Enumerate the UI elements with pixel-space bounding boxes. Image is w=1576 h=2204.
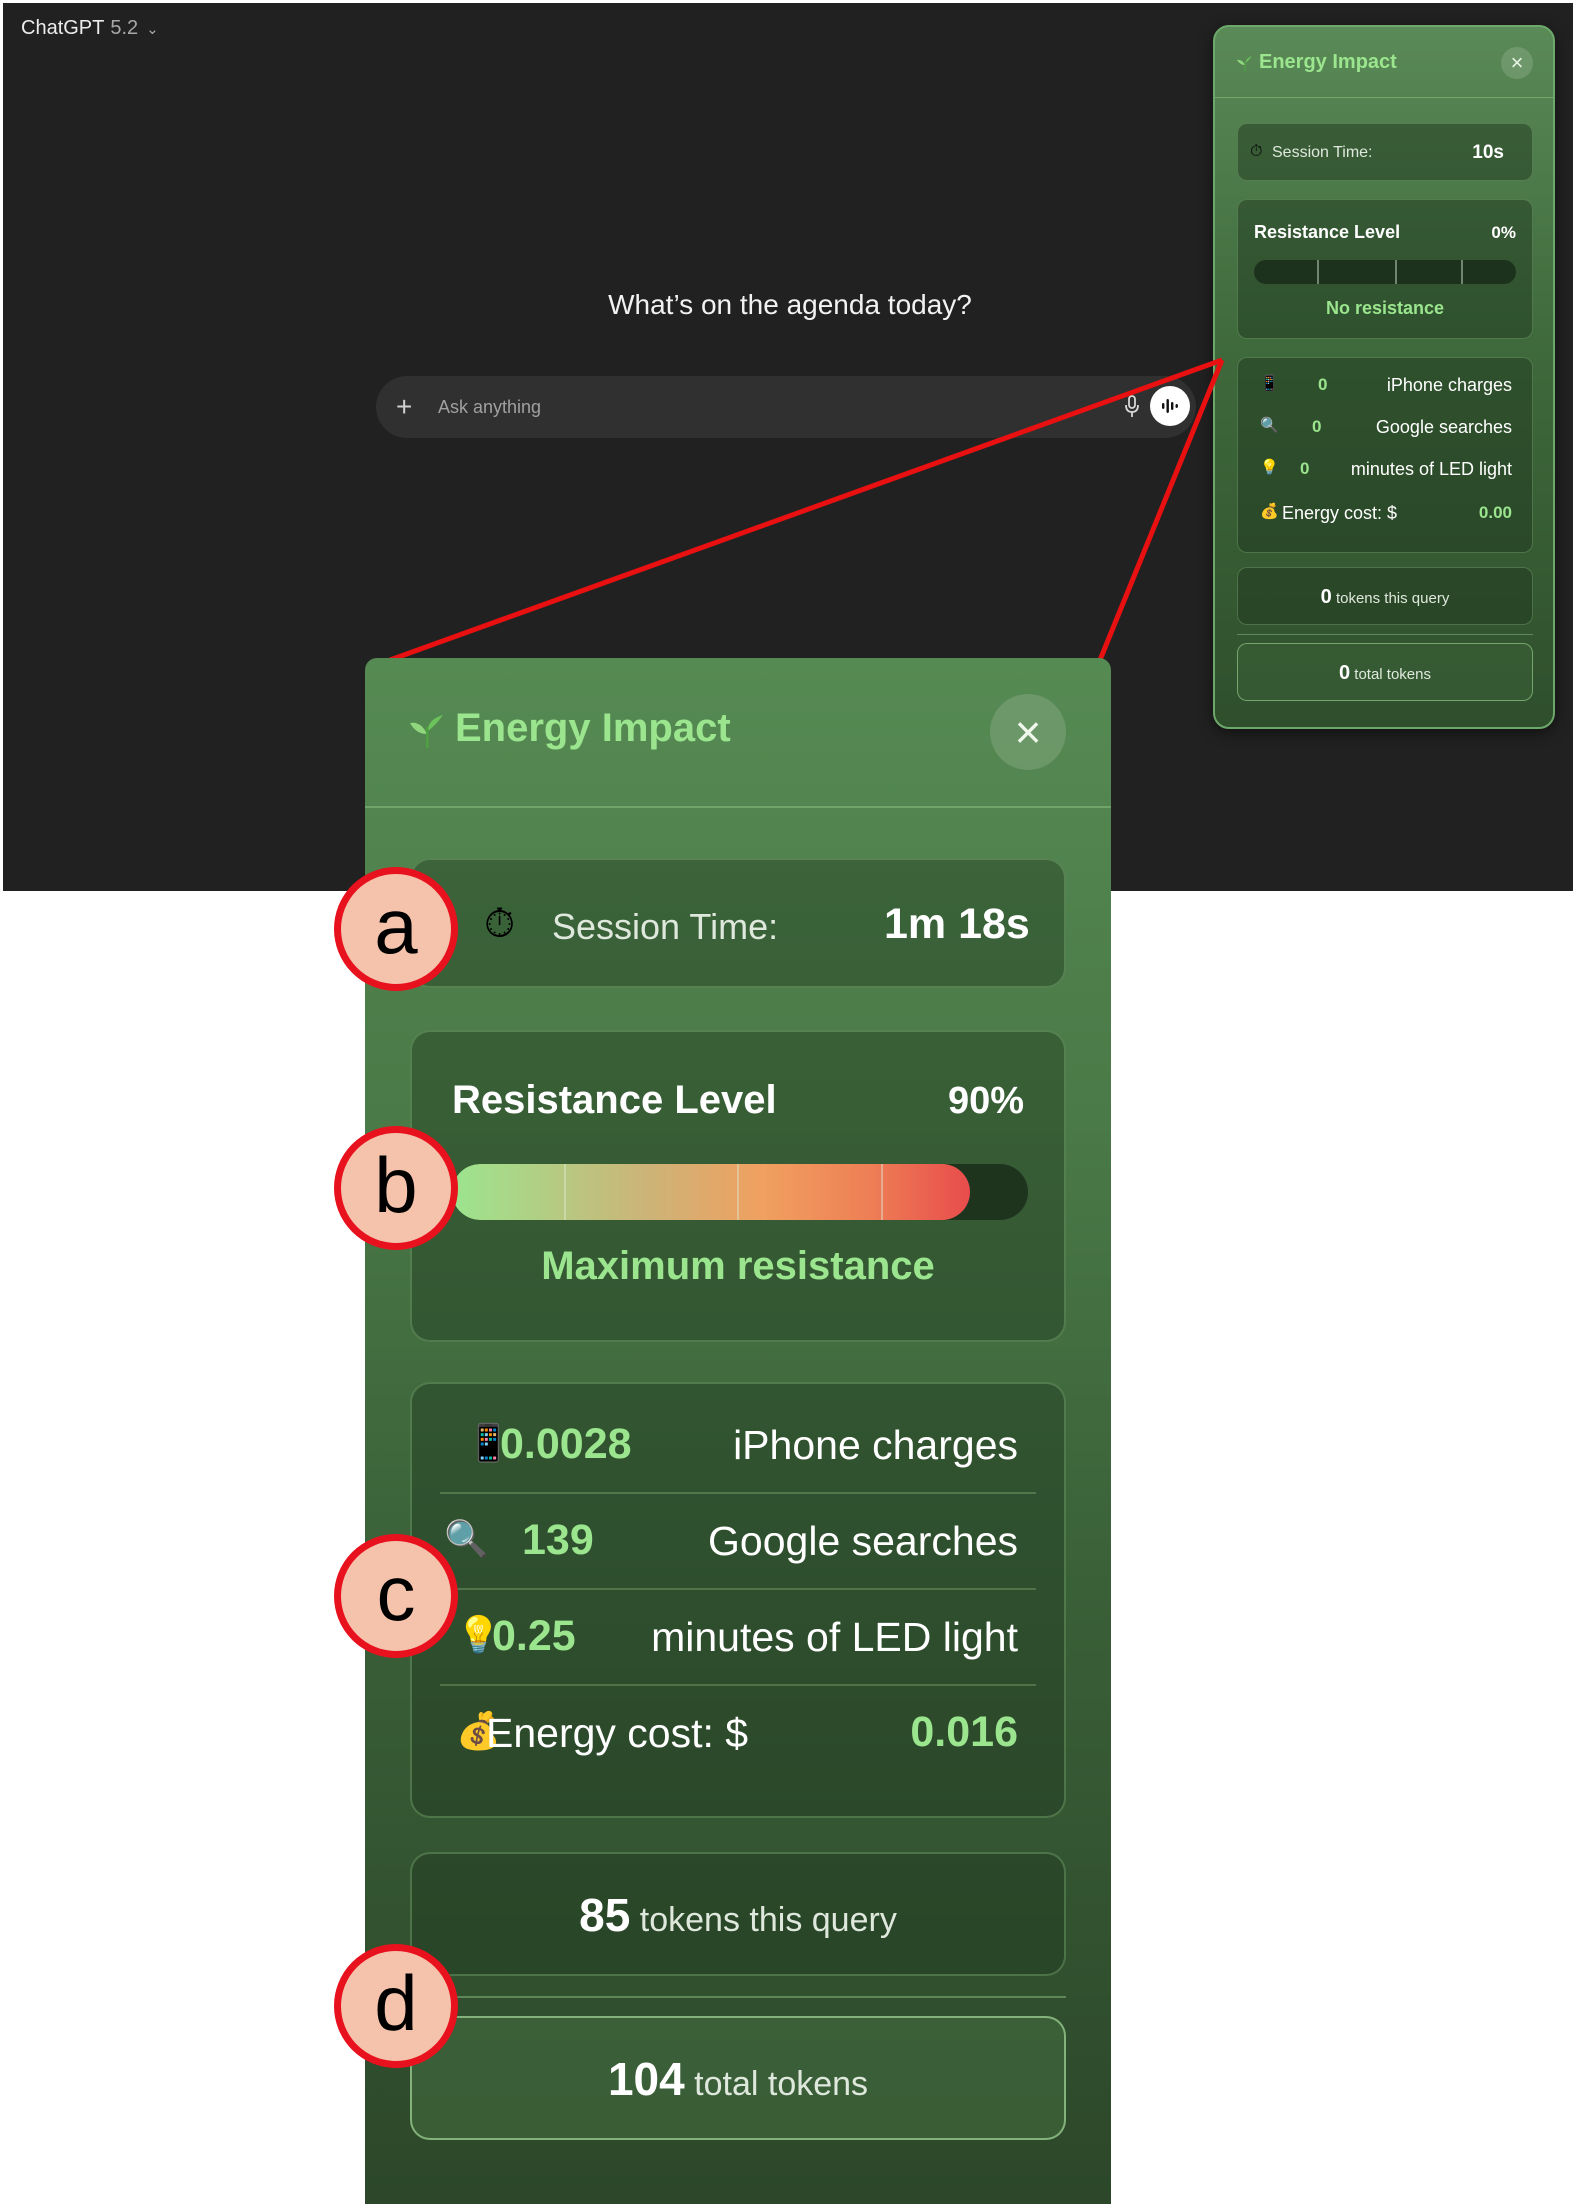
magnifying-glass-icon: 🔍 [1260,417,1279,434]
stopwatch-icon: ⏱ [484,902,516,946]
stat-row-iphone: 📱 0 iPhone charges [1238,364,1532,406]
resistance-card: Resistance Level 90% Maximum resistance [410,1030,1066,1342]
stat-label: Google searches [1375,417,1512,437]
stat-value: 0.00 [1478,503,1512,522]
model-version: 5.2 [110,17,139,39]
stat-label: minutes of LED light [1350,459,1512,479]
query-tokens-value: 0 [1320,586,1332,608]
close-button[interactable]: × [990,694,1066,770]
energy-stats-card: 📱 0.0028 iPhone charges 🔍 139 Google sea… [410,1382,1066,1818]
total-tokens-card: 0 total tokens [1237,643,1533,701]
divider [410,1996,1066,1998]
resistance-meter-fill [452,1164,971,1220]
session-time-label: Session Time: [1272,144,1373,161]
resistance-percent: 0% [1491,223,1516,242]
composer-bar: + [376,376,1196,438]
microphone-icon[interactable] [1124,394,1140,420]
stat-row-google: 🔍 139 Google searches [440,1492,1036,1590]
energy-stats-card: 📱 0 iPhone charges 🔍 0 Google searches 💡… [1237,357,1533,553]
resistance-label: Resistance Level [1254,222,1401,242]
stat-value: 0 [1312,417,1322,436]
stat-label: Google searches [708,1518,1018,1564]
chevron-down-icon: ⌄ [146,20,159,38]
panel-header: Energy Impact × [365,658,1111,808]
close-icon: × [1510,50,1524,75]
model-selector[interactable]: ChatGPT 5.2 ⌄ [21,17,159,40]
stat-row-google: 🔍 0 Google searches [1238,406,1532,448]
magnifying-glass-icon: 🔍 [444,1518,489,1559]
panel-title: Energy Impact [1235,51,1397,74]
query-tokens-card: 0 tokens this query [1237,567,1533,625]
resistance-percent: 90% [947,1080,1024,1122]
stopwatch-icon: ⏱ [1250,143,1263,160]
resistance-meter [452,1164,1028,1220]
stat-row-cost: 💰 Energy cost: $ 0.016 [440,1684,1036,1780]
energy-impact-panel: Energy Impact × ⏱ Session Time: 10s Resi… [1213,25,1555,729]
resistance-status: No resistance [1325,298,1445,318]
query-tokens-label: tokens this query [1335,590,1450,607]
stat-label: Energy cost: $ [486,1710,749,1756]
total-tokens-card: 104 total tokens [410,2016,1066,2140]
query-tokens-card: 85 tokens this query [410,1852,1066,1976]
session-time-label: Session Time: [552,906,779,947]
session-time-value: 1m 18s [884,900,1030,948]
callout-marker-d: d [334,1944,458,2068]
voice-waveform-icon [1162,399,1178,413]
stat-label: minutes of LED light [651,1614,1018,1660]
money-bag-icon: 💰 [1260,503,1279,520]
stat-value: 0.0028 [500,1420,632,1468]
stat-label: iPhone charges [1386,375,1512,395]
session-time-value: 10s [1472,142,1504,163]
stat-value: 0.25 [492,1612,576,1660]
resistance-status: Maximum resistance [541,1244,935,1288]
stat-row-led: 💡 0.25 minutes of LED light [440,1588,1036,1686]
stat-row-cost: 💰 Energy cost: $ 0.00 [1238,492,1532,534]
total-tokens-value: 0 [1338,662,1351,684]
total-tokens-value: 104 [607,2053,685,2105]
model-name: ChatGPT [21,17,105,39]
stat-row-led: 💡 0 minutes of LED light [1238,448,1532,490]
resistance-label: Resistance Level [452,1078,777,1122]
plus-icon[interactable]: + [396,393,426,421]
divider [1237,634,1533,635]
total-tokens-label: total tokens [694,2065,869,2103]
composer-input[interactable] [436,395,1080,419]
query-tokens-label: tokens this query [639,1901,897,1939]
light-bulb-icon: 💡 [1260,459,1279,476]
seedling-icon [410,714,443,748]
stat-value: 0 [1318,375,1328,394]
callout-marker-a: a [334,867,458,991]
stat-label: iPhone charges [733,1422,1018,1468]
stat-value: 139 [522,1516,594,1564]
total-tokens-label: total tokens [1354,666,1431,683]
panel-title: Energy Impact [407,706,731,751]
resistance-card: Resistance Level 0% No resistance [1237,199,1533,339]
voice-mode-button[interactable] [1150,386,1190,426]
seedling-icon [1237,55,1252,72]
stat-value: 0 [1300,459,1310,478]
close-button[interactable]: × [1501,47,1533,79]
energy-impact-panel-zoomed: Energy Impact × ⏱ Session Time: 1m 18s R… [365,658,1111,2204]
close-icon: × [1014,706,1042,758]
callout-marker-b: b [334,1126,458,1250]
stat-label: Energy cost: $ [1282,503,1398,523]
mobile-phone-icon: 📱 [1260,375,1279,392]
panel-header: Energy Impact × [1215,27,1553,98]
session-time-card: ⏱ Session Time: 1m 18s [410,858,1066,988]
session-time-card: ⏱ Session Time: 10s [1237,123,1533,181]
stat-value: 0.016 [910,1708,1018,1756]
stat-row-iphone: 📱 0.0028 iPhone charges [440,1396,1036,1494]
callout-marker-c: c [334,1534,458,1658]
resistance-meter [1254,260,1516,284]
query-tokens-value: 85 [579,1889,631,1941]
